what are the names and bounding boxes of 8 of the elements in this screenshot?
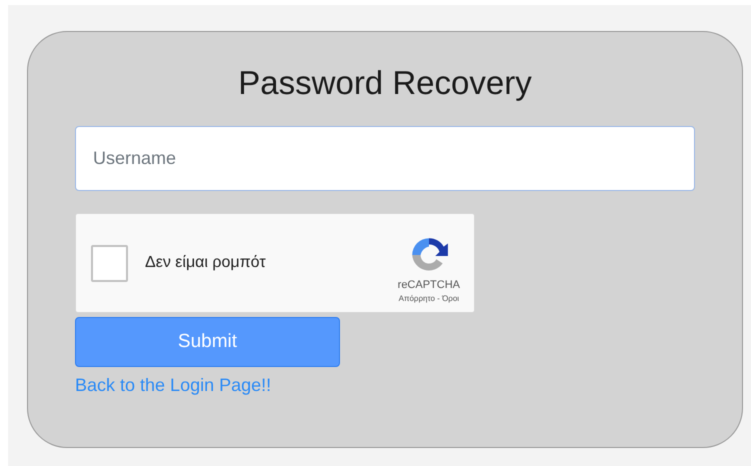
captcha-brand: reCAPTCHA	[398, 278, 460, 292]
back-to-login-link[interactable]: Back to the Login Page!!	[75, 373, 272, 397]
captcha-label: Δεν είμαι ρομπότ	[145, 253, 267, 273]
username-field[interactable]: Username	[75, 126, 695, 191]
page-title: Password Recovery	[238, 63, 532, 103]
captcha-checkbox[interactable]	[91, 244, 128, 282]
submit-button[interactable]: Submit	[75, 317, 340, 367]
captcha-terms-link[interactable]: Απόρρητο - Όροι	[398, 292, 460, 306]
